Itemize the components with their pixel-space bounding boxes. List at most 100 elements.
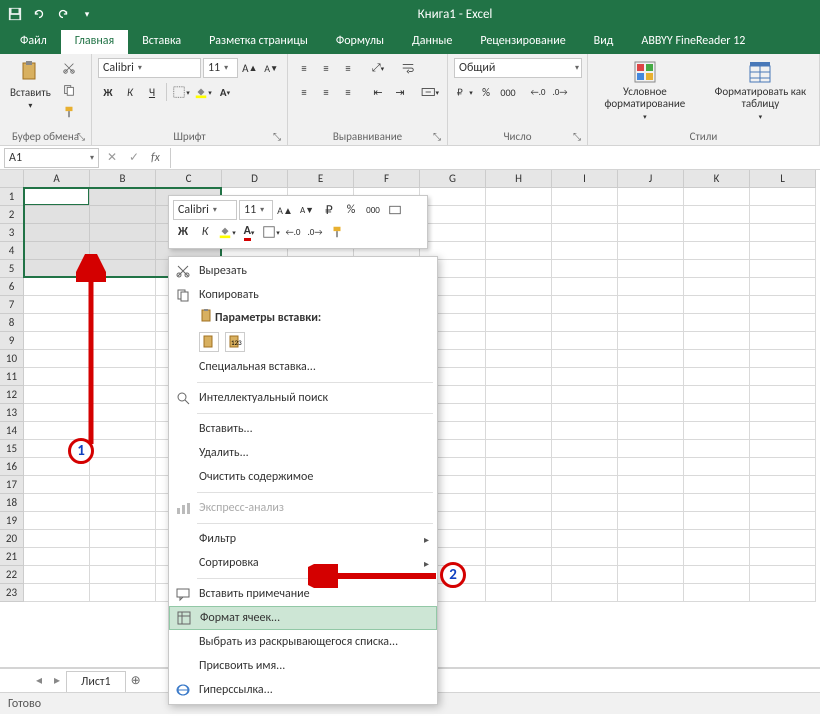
cell[interactable] xyxy=(750,566,816,584)
cell[interactable] xyxy=(618,296,684,314)
col-header-E[interactable]: E xyxy=(288,170,354,188)
increase-decimal-icon[interactable]: ←.0 xyxy=(528,82,548,102)
number-launcher-icon[interactable]: ⤡ xyxy=(573,130,581,143)
cell[interactable] xyxy=(486,278,552,296)
cell[interactable] xyxy=(486,440,552,458)
row-header-15[interactable]: 15 xyxy=(0,440,24,458)
cell[interactable] xyxy=(618,314,684,332)
row-header-5[interactable]: 5 xyxy=(0,260,24,278)
cell[interactable] xyxy=(750,296,816,314)
cell[interactable] xyxy=(750,314,816,332)
underline-button[interactable]: Ч xyxy=(142,82,162,102)
cell[interactable] xyxy=(24,404,90,422)
mini-fill-color-icon[interactable]: ▾ xyxy=(217,222,237,242)
cell[interactable] xyxy=(90,530,156,548)
cell[interactable] xyxy=(684,386,750,404)
cell[interactable] xyxy=(552,530,618,548)
cell[interactable] xyxy=(486,242,552,260)
formula-input[interactable] xyxy=(170,148,820,168)
cell[interactable] xyxy=(90,368,156,386)
cell[interactable] xyxy=(552,224,618,242)
cell[interactable] xyxy=(618,584,684,602)
cell[interactable] xyxy=(486,512,552,530)
cell[interactable] xyxy=(24,566,90,584)
align-right-icon[interactable]: ≡ xyxy=(338,82,358,102)
cell[interactable] xyxy=(618,386,684,404)
align-center-icon[interactable]: ≡ xyxy=(316,82,336,102)
cell[interactable] xyxy=(750,278,816,296)
cell[interactable] xyxy=(486,368,552,386)
cell[interactable] xyxy=(552,422,618,440)
cell[interactable] xyxy=(486,314,552,332)
cell[interactable] xyxy=(486,494,552,512)
cell[interactable] xyxy=(618,422,684,440)
cell[interactable] xyxy=(24,368,90,386)
cell[interactable] xyxy=(552,314,618,332)
col-header-G[interactable]: G xyxy=(420,170,486,188)
row-header-8[interactable]: 8 xyxy=(0,314,24,332)
cell[interactable] xyxy=(552,278,618,296)
cell[interactable] xyxy=(684,548,750,566)
cell[interactable] xyxy=(552,368,618,386)
undo-icon[interactable] xyxy=(30,5,48,23)
row-header-6[interactable]: 6 xyxy=(0,278,24,296)
cell[interactable] xyxy=(486,332,552,350)
row-header-23[interactable]: 23 xyxy=(0,584,24,602)
active-cell[interactable] xyxy=(24,188,89,205)
ctx-define-name[interactable]: Присвоить имя... xyxy=(169,654,437,678)
row-header-2[interactable]: 2 xyxy=(0,206,24,224)
col-header-D[interactable]: D xyxy=(222,170,288,188)
decrease-font-icon[interactable]: A▼ xyxy=(262,58,281,78)
cell[interactable] xyxy=(750,206,816,224)
align-middle-icon[interactable]: ≡ xyxy=(316,58,336,78)
cell[interactable] xyxy=(618,332,684,350)
cell[interactable] xyxy=(618,260,684,278)
redo-icon[interactable] xyxy=(54,5,72,23)
cell[interactable] xyxy=(552,206,618,224)
col-header-A[interactable]: A xyxy=(24,170,90,188)
font-color-icon[interactable]: A▾ xyxy=(215,82,235,102)
col-header-F[interactable]: F xyxy=(354,170,420,188)
ctx-paste-special[interactable]: Специальная вставка... xyxy=(169,355,437,379)
name-box[interactable]: A1▾ xyxy=(4,148,99,168)
ctx-clear[interactable]: Очистить содержимое xyxy=(169,465,437,489)
merge-center-icon[interactable]: ▾ xyxy=(420,82,440,102)
cell[interactable] xyxy=(750,404,816,422)
cell[interactable] xyxy=(552,404,618,422)
cell[interactable] xyxy=(750,368,816,386)
mini-format-painter-icon[interactable] xyxy=(327,222,347,242)
paste-option-default-icon[interactable] xyxy=(199,332,219,352)
comma-format-icon[interactable]: 000 xyxy=(498,82,518,102)
cell[interactable] xyxy=(90,386,156,404)
cell[interactable] xyxy=(750,224,816,242)
cell[interactable] xyxy=(24,386,90,404)
cell[interactable] xyxy=(684,296,750,314)
cell[interactable] xyxy=(486,224,552,242)
decrease-decimal-icon[interactable]: .0→ xyxy=(550,82,570,102)
sheet-tab-active[interactable]: Лист1 xyxy=(66,671,126,692)
align-top-icon[interactable]: ≡ xyxy=(294,58,314,78)
mini-borders-icon[interactable]: ▾ xyxy=(261,222,281,242)
col-header-K[interactable]: K xyxy=(684,170,750,188)
cell[interactable] xyxy=(552,440,618,458)
increase-indent-icon[interactable]: ⇥ xyxy=(390,82,410,102)
cell[interactable] xyxy=(486,458,552,476)
cell[interactable] xyxy=(552,548,618,566)
cell[interactable] xyxy=(90,458,156,476)
cell[interactable] xyxy=(420,188,486,206)
cell[interactable] xyxy=(90,548,156,566)
row-header-1[interactable]: 1 xyxy=(0,188,24,206)
tab-file[interactable]: Файл xyxy=(6,30,61,54)
cell[interactable] xyxy=(618,548,684,566)
cell[interactable] xyxy=(684,584,750,602)
ctx-delete[interactable]: Удалить... xyxy=(169,441,437,465)
cell[interactable] xyxy=(618,566,684,584)
cell[interactable] xyxy=(684,512,750,530)
cell[interactable] xyxy=(486,476,552,494)
fx-icon[interactable]: fx xyxy=(145,151,166,165)
col-header-B[interactable]: B xyxy=(90,170,156,188)
cell[interactable] xyxy=(618,224,684,242)
ctx-pick-from-list[interactable]: Выбрать из раскрывающегося списка... xyxy=(169,630,437,654)
cell[interactable] xyxy=(420,206,486,224)
cell[interactable] xyxy=(684,332,750,350)
